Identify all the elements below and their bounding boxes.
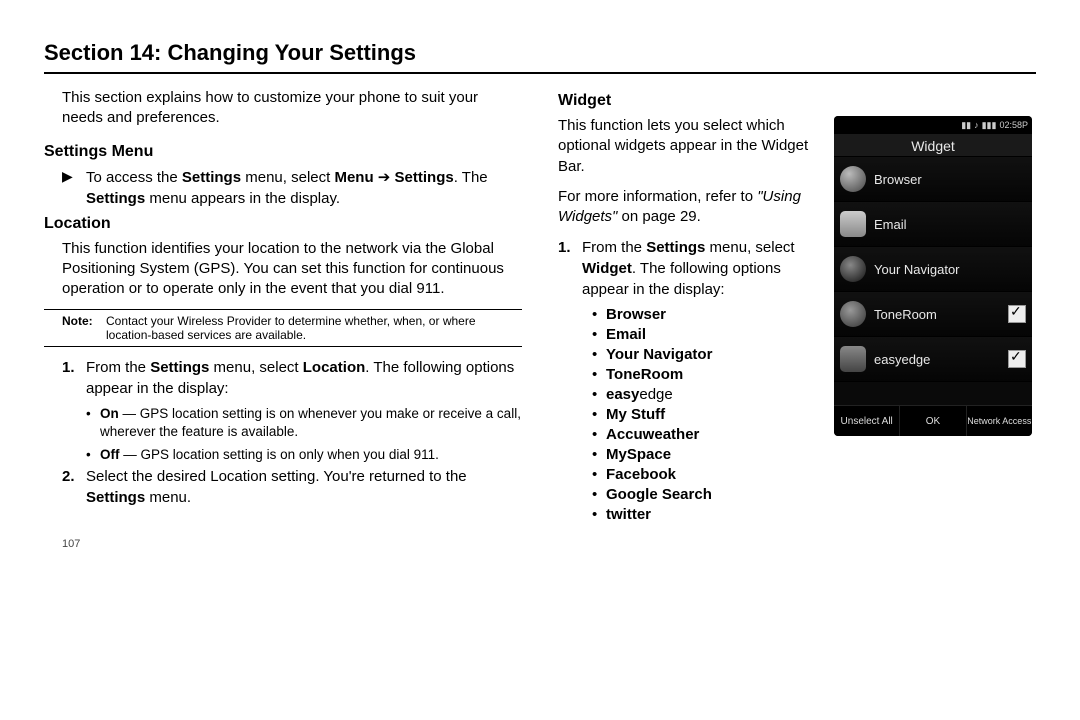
location-note: Note: Contact your Wireless Provider to … — [44, 309, 522, 347]
location-step-2: 2. Select the desired Location setting. … — [62, 466, 522, 508]
phone-widget-item-navigator[interactable]: Your Navigator — [834, 247, 1032, 292]
page-number: 107 — [62, 538, 522, 550]
widget-step-1: 1. From the Settings menu, select Widget… — [558, 237, 822, 300]
phone-statusbar: ▮▮ ♪ ▮▮▮ 02:58P — [834, 116, 1032, 134]
star-icon — [840, 346, 866, 372]
music-icon: ♪ — [974, 120, 979, 130]
heading-location: Location — [44, 215, 522, 233]
widget-paragraph-2: For more information, refer to "Using Wi… — [558, 187, 822, 228]
widget-bullet: •Accuweather — [592, 426, 822, 443]
softkey-ok[interactable]: OK — [900, 406, 966, 436]
phone-widget-item-email[interactable]: Email — [834, 202, 1032, 247]
right-column: Widget This function lets you select whi… — [558, 88, 1036, 550]
note-body: Contact your Wireless Provider to determ… — [106, 314, 522, 342]
step-number-2: 2. — [62, 466, 86, 508]
step-number-1: 1. — [558, 237, 582, 300]
music-icon — [840, 301, 866, 327]
softkey-unselect-all[interactable]: Unselect All — [834, 406, 900, 436]
phone-softkey-bar: Unselect All OK Network Access — [834, 405, 1032, 436]
phone-screenshot: ▮▮ ♪ ▮▮▮ 02:58P Widget Browser Emai — [834, 116, 1032, 436]
mail-icon — [840, 211, 866, 237]
widget-bullet: •Your Navigator — [592, 346, 822, 363]
settings-access-step: ▶ To access the Settings menu, select Me… — [62, 167, 522, 209]
widget-text-block: This function lets you select which opti… — [558, 116, 822, 526]
status-time: 02:58P — [999, 120, 1028, 130]
settings-access-text: To access the Settings menu, select Menu… — [86, 167, 522, 209]
arrow-bullet-icon: ▶ — [62, 167, 86, 209]
note-rule-top — [44, 309, 522, 310]
left-column: This section explains how to customize y… — [44, 88, 522, 550]
intro-paragraph: This section explains how to customize y… — [62, 88, 522, 129]
softkey-network-access[interactable]: Network Access — [967, 406, 1032, 436]
phone-widget-label: Email — [874, 217, 1026, 232]
widget-step-1-text: From the Settings menu, select Widget. T… — [582, 237, 822, 300]
phone-widget-label: Your Navigator — [874, 262, 1026, 277]
two-column-layout: This section explains how to customize y… — [44, 88, 1036, 550]
widget-bullet: •Google Search — [592, 486, 822, 503]
note-rule-bottom — [44, 346, 522, 347]
bullet-dot: • — [86, 446, 100, 464]
note-label: Note: — [44, 314, 106, 342]
phone-widget-label: easyedge — [874, 352, 1008, 367]
battery-icon: ▮▮▮ — [982, 120, 997, 131]
phone-widget-item-easyedge[interactable]: easyedge — [834, 337, 1032, 382]
globe-icon — [840, 166, 866, 192]
location-option-off: • Off — GPS location setting is on only … — [86, 446, 522, 464]
location-paragraph: This function identifies your location t… — [62, 239, 522, 300]
heading-widget: Widget — [558, 92, 1036, 110]
phone-widget-item-toneroom[interactable]: ToneRoom — [834, 292, 1032, 337]
checkbox-icon[interactable] — [1008, 350, 1026, 368]
phone-widget-list: Browser Email Your Navigator ToneRo — [834, 157, 1032, 405]
location-step-2-text: Select the desired Location setting. You… — [86, 466, 522, 508]
widget-bullet: •twitter — [592, 506, 822, 523]
checkbox-icon[interactable] — [1008, 305, 1026, 323]
step-number-1: 1. — [62, 357, 86, 399]
location-option-on: • On — GPS location setting is on whenev… — [86, 405, 522, 441]
phone-widget-label: Browser — [874, 172, 1026, 187]
phone-widget-label: ToneRoom — [874, 307, 1008, 322]
widget-bullet: •Email — [592, 326, 822, 343]
compass-icon — [840, 256, 866, 282]
phone-widget-item-browser[interactable]: Browser — [834, 157, 1032, 202]
widget-bullet: •Browser — [592, 306, 822, 323]
heading-settings-menu: Settings Menu — [44, 143, 522, 161]
location-step-1-text: From the Settings menu, select Location.… — [86, 357, 522, 399]
widget-bullet: •easyedge — [592, 386, 822, 403]
title-rule — [44, 72, 1036, 74]
widget-bullet: •My Stuff — [592, 406, 822, 423]
location-step-1: 1. From the Settings menu, select Locati… — [62, 357, 522, 399]
signal-icon: ▮▮ — [961, 120, 971, 131]
widget-bullet: •Facebook — [592, 466, 822, 483]
widget-bullet: •ToneRoom — [592, 366, 822, 383]
widget-paragraph-1: This function lets you select which opti… — [558, 116, 822, 177]
phone-screen-title: Widget — [834, 134, 1032, 157]
widget-bullet: •MySpace — [592, 446, 822, 463]
bullet-dot: • — [86, 405, 100, 441]
section-title: Section 14: Changing Your Settings — [44, 40, 1036, 66]
